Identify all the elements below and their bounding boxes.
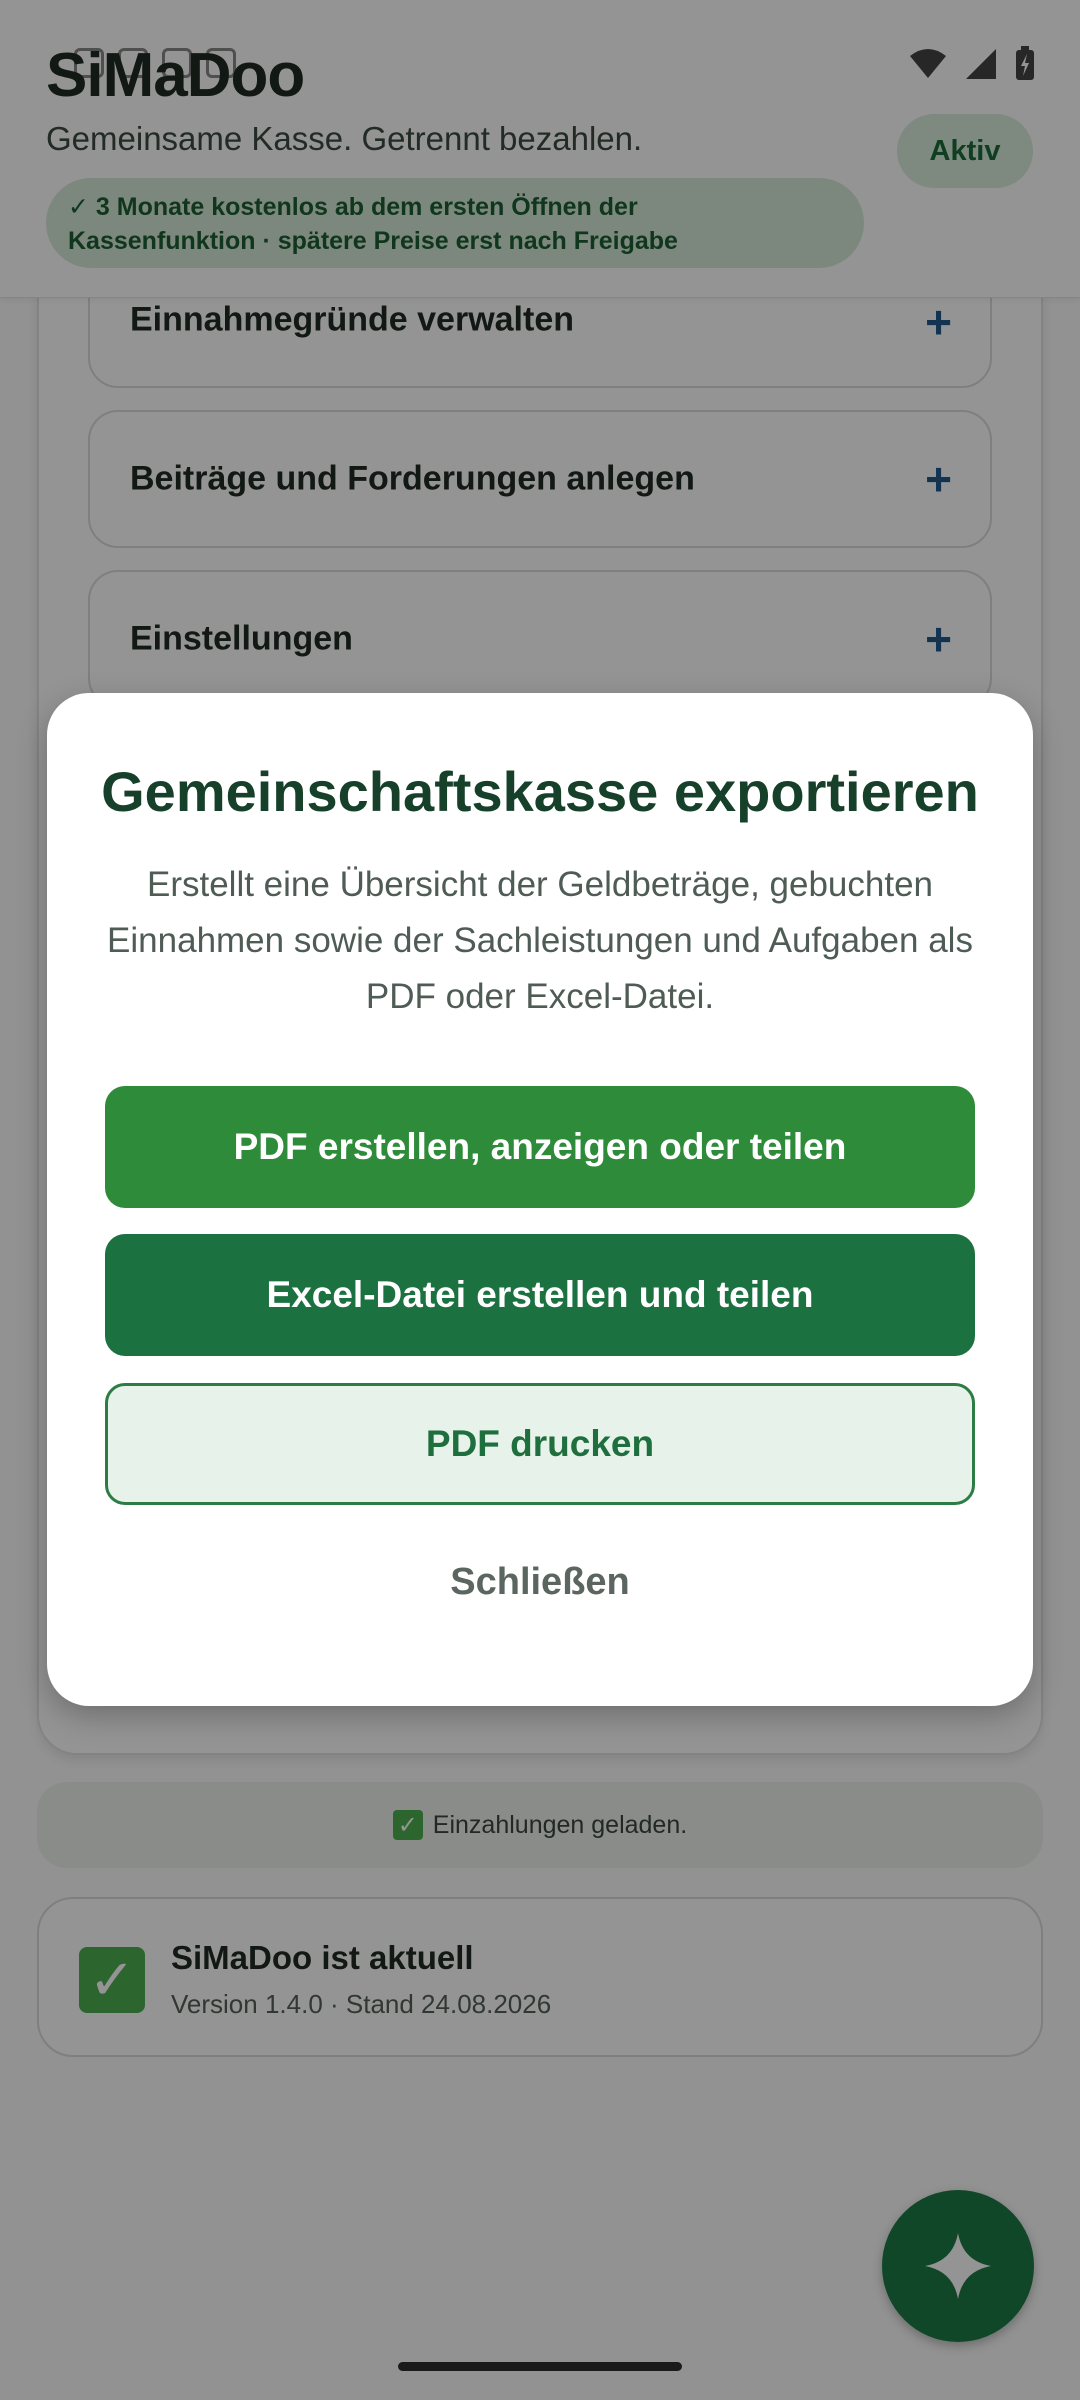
create-pdf-button[interactable]: PDF erstellen, anzeigen oder teilen <box>105 1086 975 1208</box>
dialog-description: Erstellt eine Übersicht der Geldbeträge,… <box>107 865 973 1016</box>
dialog-title: Gemeinschaftskasse exportieren <box>101 760 979 823</box>
print-pdf-button[interactable]: PDF drucken <box>105 1383 975 1505</box>
export-dialog: Gemeinschaftskasse exportieren Erstellt … <box>47 693 1033 1706</box>
home-indicator[interactable] <box>398 2362 682 2371</box>
close-button[interactable]: Schließen <box>47 1561 1033 1604</box>
create-excel-button[interactable]: Excel-Datei erstellen und teilen <box>105 1234 975 1356</box>
